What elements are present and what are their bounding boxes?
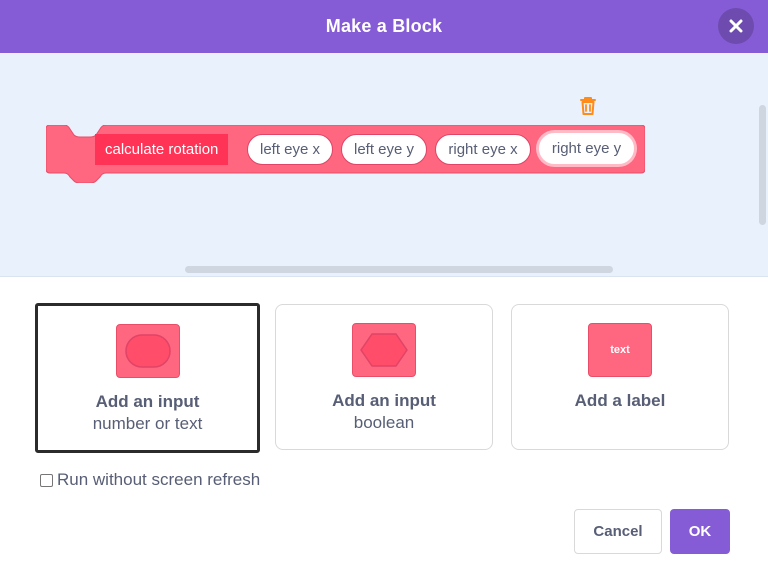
block-arg-left-eye-y[interactable]: left eye y xyxy=(341,134,427,165)
round-input-icon xyxy=(115,324,180,378)
run-without-refresh-label[interactable]: Run without screen refresh xyxy=(57,470,260,490)
custom-block[interactable]: calculate rotation left eye x left eye y… xyxy=(46,125,645,183)
dialog-header: Make a Block xyxy=(0,0,768,53)
dialog-title: Make a Block xyxy=(325,16,443,36)
option-subtitle: number or text xyxy=(92,414,203,433)
cancel-button[interactable]: Cancel xyxy=(574,509,662,554)
close-button[interactable] xyxy=(718,8,754,44)
add-input-boolean-button[interactable]: Add an input boolean xyxy=(275,304,493,450)
vertical-scrollbar[interactable] xyxy=(759,105,766,225)
option-title: Add an input xyxy=(332,391,436,410)
run-without-refresh-checkbox[interactable] xyxy=(40,473,53,487)
text-label-icon: text xyxy=(588,323,652,377)
add-input-number-or-text-button[interactable]: Add an input number or text xyxy=(35,303,260,453)
option-subtitle: boolean xyxy=(353,413,415,432)
block-name-label[interactable]: calculate rotation xyxy=(95,134,229,165)
ok-button[interactable]: OK xyxy=(670,509,730,554)
run-without-refresh-row: Run without screen refresh xyxy=(40,470,260,490)
text-icon-label: text xyxy=(610,344,630,356)
block-workspace[interactable]: calculate rotation left eye x left eye y… xyxy=(0,53,768,277)
trash-icon[interactable] xyxy=(577,95,599,117)
block-arg-left-eye-x[interactable]: left eye x xyxy=(247,134,333,165)
block-arg-right-eye-x[interactable]: right eye x xyxy=(435,134,531,165)
hexagon-input-icon xyxy=(352,323,416,377)
make-a-block-dialog: Make a Block calculate rotation left eye… xyxy=(0,0,768,573)
option-title: Add a label xyxy=(574,391,666,410)
block-arg-right-eye-y[interactable]: right eye y xyxy=(539,133,634,164)
option-title: Add an input xyxy=(95,392,200,411)
add-label-button[interactable]: text Add a label xyxy=(511,304,729,450)
close-x-icon xyxy=(729,19,743,33)
horizontal-scrollbar[interactable] xyxy=(185,266,613,273)
